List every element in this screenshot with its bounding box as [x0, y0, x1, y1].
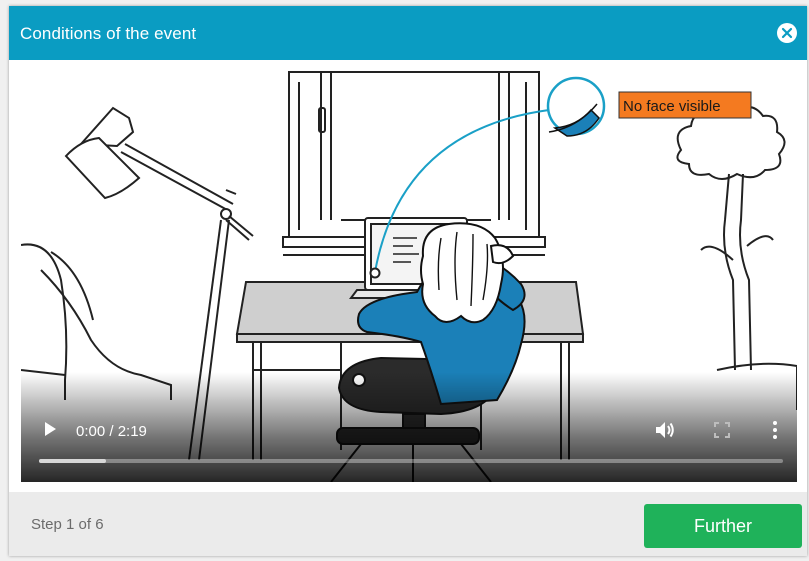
close-icon: [781, 27, 793, 39]
video-player[interactable]: No face visible 0:00 / 2:19: [21, 70, 797, 482]
more-options-icon[interactable]: [770, 420, 780, 440]
no-face-badge: No face visible: [618, 91, 752, 119]
no-face-label: No face visible: [623, 98, 721, 115]
conditions-dialog: Conditions of the event No face visible …: [9, 6, 807, 556]
dialog-footer: Step 1 of 6 Further: [9, 492, 807, 556]
fullscreen-icon[interactable]: [714, 422, 730, 438]
plant-illustration: [676, 104, 797, 410]
time-display: 0:00 / 2:19: [76, 423, 147, 440]
dialog-header: Conditions of the event: [9, 6, 807, 60]
dialog-title: Conditions of the event: [20, 24, 197, 43]
play-icon[interactable]: [41, 420, 59, 438]
step-indicator: Step 1 of 6: [31, 516, 104, 533]
close-button[interactable]: [777, 23, 797, 43]
progress-fill: [39, 459, 106, 463]
further-button[interactable]: Further: [644, 504, 802, 548]
volume-icon[interactable]: [655, 421, 675, 439]
progress-bar[interactable]: [39, 459, 783, 463]
